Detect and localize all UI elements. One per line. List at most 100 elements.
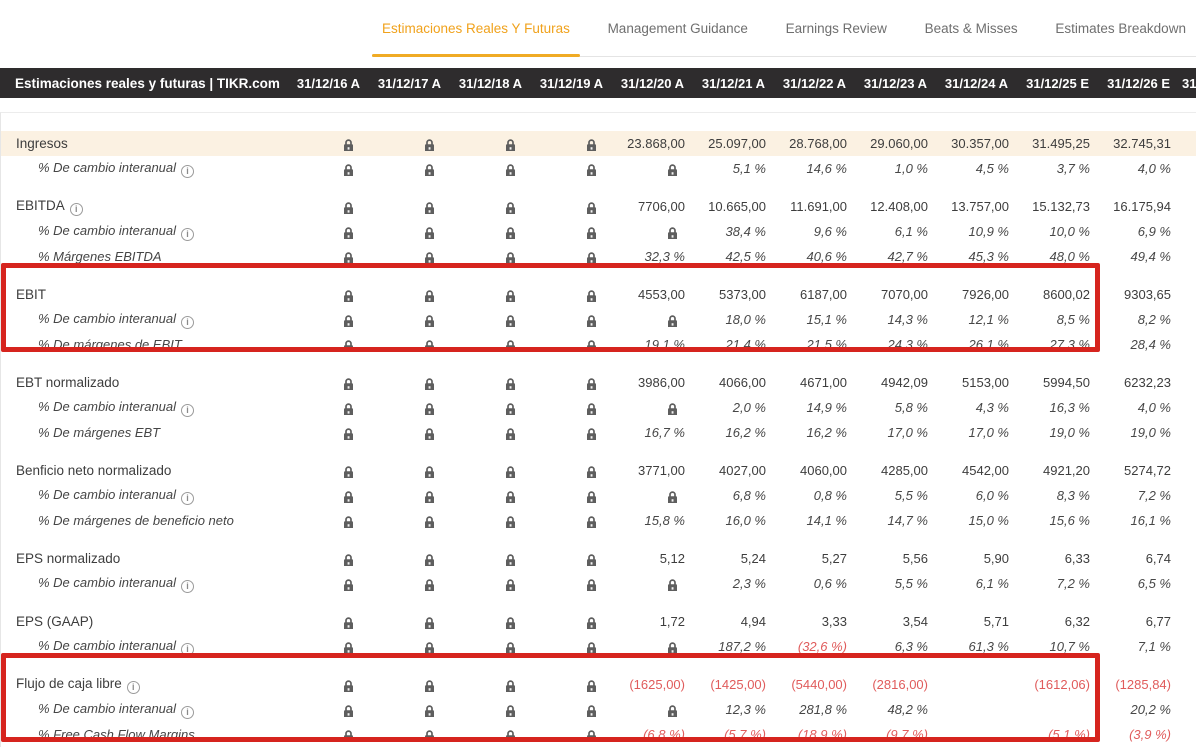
locked-cell[interactable] — [367, 136, 448, 151]
locked-cell[interactable] — [448, 224, 529, 239]
info-icon[interactable] — [181, 228, 194, 241]
locked-cell[interactable] — [529, 677, 610, 692]
locked-cell[interactable] — [529, 337, 610, 352]
locked-cell[interactable] — [529, 199, 610, 214]
tab-beats-and-misses[interactable]: Beats & Misses — [915, 0, 1028, 56]
locked-cell[interactable] — [529, 224, 610, 239]
locked-cell[interactable] — [367, 400, 448, 415]
locked-cell[interactable] — [529, 551, 610, 566]
locked-cell[interactable] — [448, 463, 529, 478]
locked-cell[interactable] — [610, 576, 691, 591]
locked-cell[interactable] — [286, 639, 367, 654]
info-icon[interactable] — [181, 643, 194, 656]
locked-cell[interactable] — [367, 639, 448, 654]
info-icon[interactable] — [181, 404, 194, 417]
locked-cell[interactable] — [286, 551, 367, 566]
locked-cell[interactable] — [367, 337, 448, 352]
locked-cell[interactable] — [529, 702, 610, 717]
tab-estimaciones-reales-y-futuras[interactable]: Estimaciones Reales Y Futuras — [372, 0, 580, 56]
locked-cell[interactable] — [286, 337, 367, 352]
info-icon[interactable] — [181, 165, 194, 178]
locked-cell[interactable] — [286, 614, 367, 629]
locked-cell[interactable] — [529, 639, 610, 654]
locked-cell[interactable] — [610, 312, 691, 327]
locked-cell[interactable] — [448, 312, 529, 327]
locked-cell[interactable] — [286, 463, 367, 478]
locked-cell[interactable] — [610, 224, 691, 239]
locked-cell[interactable] — [448, 488, 529, 503]
locked-cell[interactable] — [286, 312, 367, 327]
locked-cell[interactable] — [610, 702, 691, 717]
locked-cell[interactable] — [367, 488, 448, 503]
locked-cell[interactable] — [286, 400, 367, 415]
locked-cell[interactable] — [286, 249, 367, 264]
locked-cell[interactable] — [448, 337, 529, 352]
locked-cell[interactable] — [367, 199, 448, 214]
locked-cell[interactable] — [286, 576, 367, 591]
info-icon[interactable] — [181, 316, 194, 329]
locked-cell[interactable] — [286, 136, 367, 151]
locked-cell[interactable] — [448, 136, 529, 151]
locked-cell[interactable] — [529, 312, 610, 327]
locked-cell[interactable] — [529, 161, 610, 176]
locked-cell[interactable] — [286, 224, 367, 239]
info-icon[interactable] — [181, 580, 194, 593]
locked-cell[interactable] — [367, 614, 448, 629]
locked-cell[interactable] — [529, 513, 610, 528]
locked-cell[interactable] — [367, 375, 448, 390]
locked-cell[interactable] — [367, 702, 448, 717]
locked-cell[interactable] — [529, 425, 610, 440]
locked-cell[interactable] — [529, 576, 610, 591]
info-icon[interactable] — [70, 203, 83, 216]
locked-cell[interactable] — [367, 551, 448, 566]
locked-cell[interactable] — [529, 488, 610, 503]
locked-cell[interactable] — [367, 513, 448, 528]
locked-cell[interactable] — [448, 161, 529, 176]
locked-cell[interactable] — [448, 513, 529, 528]
locked-cell[interactable] — [448, 702, 529, 717]
locked-cell[interactable] — [610, 639, 691, 654]
locked-cell[interactable] — [448, 614, 529, 629]
locked-cell[interactable] — [529, 136, 610, 151]
info-icon[interactable] — [127, 681, 140, 694]
locked-cell[interactable] — [286, 727, 367, 742]
locked-cell[interactable] — [286, 287, 367, 302]
locked-cell[interactable] — [529, 463, 610, 478]
locked-cell[interactable] — [367, 727, 448, 742]
locked-cell[interactable] — [448, 199, 529, 214]
locked-cell[interactable] — [529, 249, 610, 264]
locked-cell[interactable] — [367, 224, 448, 239]
locked-cell[interactable] — [448, 576, 529, 591]
locked-cell[interactable] — [367, 677, 448, 692]
info-icon[interactable] — [181, 706, 194, 719]
tab-earnings-review[interactable]: Earnings Review — [776, 0, 897, 56]
locked-cell[interactable] — [448, 639, 529, 654]
locked-cell[interactable] — [448, 727, 529, 742]
locked-cell[interactable] — [529, 614, 610, 629]
locked-cell[interactable] — [367, 425, 448, 440]
locked-cell[interactable] — [367, 312, 448, 327]
locked-cell[interactable] — [286, 375, 367, 390]
info-icon[interactable] — [181, 492, 194, 505]
locked-cell[interactable] — [286, 161, 367, 176]
locked-cell[interactable] — [286, 702, 367, 717]
locked-cell[interactable] — [367, 576, 448, 591]
tab-estimates-breakdown[interactable]: Estimates Breakdown — [1045, 0, 1196, 56]
locked-cell[interactable] — [286, 677, 367, 692]
locked-cell[interactable] — [448, 249, 529, 264]
locked-cell[interactable] — [529, 400, 610, 415]
locked-cell[interactable] — [448, 400, 529, 415]
locked-cell[interactable] — [367, 287, 448, 302]
locked-cell[interactable] — [448, 551, 529, 566]
locked-cell[interactable] — [610, 400, 691, 415]
locked-cell[interactable] — [529, 375, 610, 390]
locked-cell[interactable] — [367, 463, 448, 478]
locked-cell[interactable] — [529, 727, 610, 742]
locked-cell[interactable] — [367, 249, 448, 264]
locked-cell[interactable] — [448, 677, 529, 692]
locked-cell[interactable] — [448, 287, 529, 302]
locked-cell[interactable] — [448, 375, 529, 390]
locked-cell[interactable] — [367, 161, 448, 176]
locked-cell[interactable] — [286, 199, 367, 214]
locked-cell[interactable] — [610, 488, 691, 503]
